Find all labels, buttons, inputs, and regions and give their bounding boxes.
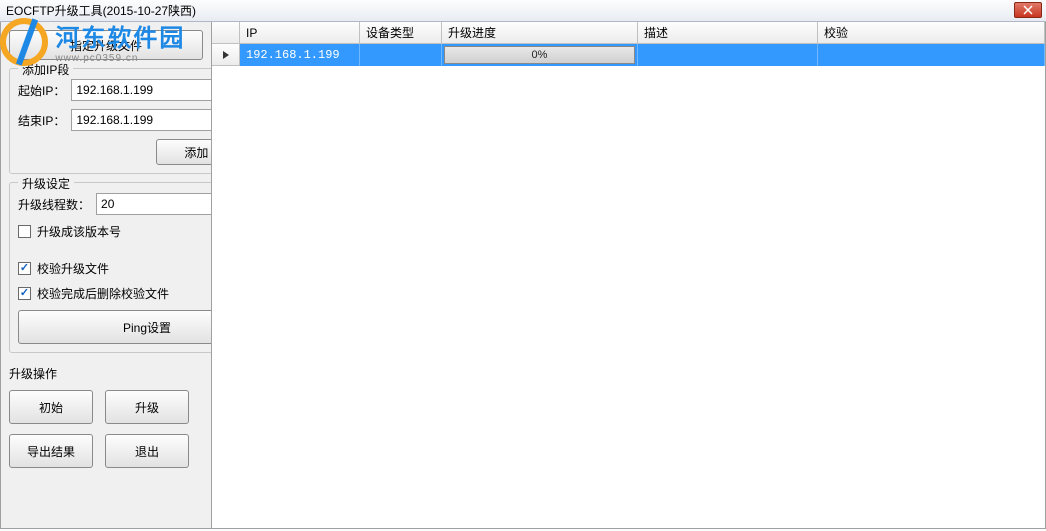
window-title: EOCFTP升级工具(2015-10-27陕西) [2, 2, 196, 19]
sidebar: 指定升级文件 添加IP段 起始IP： 结束IP： 添加 升级设定 升级线程数： [1, 22, 211, 528]
exit-button[interactable]: 退出 [105, 434, 189, 468]
threads-label: 升级线程数： [18, 196, 90, 213]
progress-bar: 0% [444, 46, 635, 64]
grid-header: IP 设备类型 升级进度 描述 校验 [212, 22, 1045, 44]
titlebar: EOCFTP升级工具(2015-10-27陕西) [0, 0, 1046, 22]
cell-progress: 0% [442, 44, 638, 66]
group-title: 添加IP段 [18, 61, 73, 78]
init-button[interactable]: 初始 [9, 390, 93, 424]
close-icon [1023, 5, 1033, 15]
cell-ip: 192.168.1.199 [240, 44, 360, 66]
cell-type [360, 44, 442, 66]
cell-desc [638, 44, 818, 66]
version-check-label: 升级成该版本号 [37, 223, 121, 240]
verify-delete-checkbox[interactable] [18, 287, 31, 300]
col-header-type[interactable]: 设备类型 [360, 22, 442, 43]
upgrade-actions-group: 升级操作 初始 升级 导出结果 退出 [9, 361, 203, 472]
verify-delete-label: 校验完成后删除校验文件 [37, 285, 169, 302]
row-pointer-icon [221, 50, 231, 60]
select-upgrade-file-button[interactable]: 指定升级文件 [9, 30, 203, 60]
verify-file-label: 校验升级文件 [37, 260, 109, 277]
table-row[interactable]: 192.168.1.199 0% [212, 44, 1045, 66]
verify-file-checkbox[interactable] [18, 262, 31, 275]
col-header-progress[interactable]: 升级进度 [442, 22, 638, 43]
version-checkbox[interactable] [18, 225, 31, 238]
export-results-button[interactable]: 导出结果 [9, 434, 93, 468]
col-header-ip[interactable]: IP [240, 22, 360, 43]
grid-corner [212, 22, 240, 43]
data-grid[interactable]: IP 设备类型 升级进度 描述 校验 192.168.1.199 0% [211, 22, 1045, 528]
add-ip-group: 添加IP段 起始IP： 结束IP： 添加 [9, 68, 245, 174]
close-button[interactable] [1014, 2, 1042, 18]
start-ip-label: 起始IP： [18, 82, 65, 99]
client-area: 指定升级文件 添加IP段 起始IP： 结束IP： 添加 升级设定 升级线程数： [0, 22, 1046, 529]
upgrade-button[interactable]: 升级 [105, 390, 189, 424]
col-header-desc[interactable]: 描述 [638, 22, 818, 43]
cell-verify [818, 44, 1045, 66]
end-ip-label: 结束IP： [18, 112, 65, 129]
row-indicator [212, 44, 240, 66]
col-header-verify[interactable]: 校验 [818, 22, 1045, 43]
group-title: 升级设定 [18, 175, 74, 192]
group-title: 升级操作 [9, 365, 203, 382]
